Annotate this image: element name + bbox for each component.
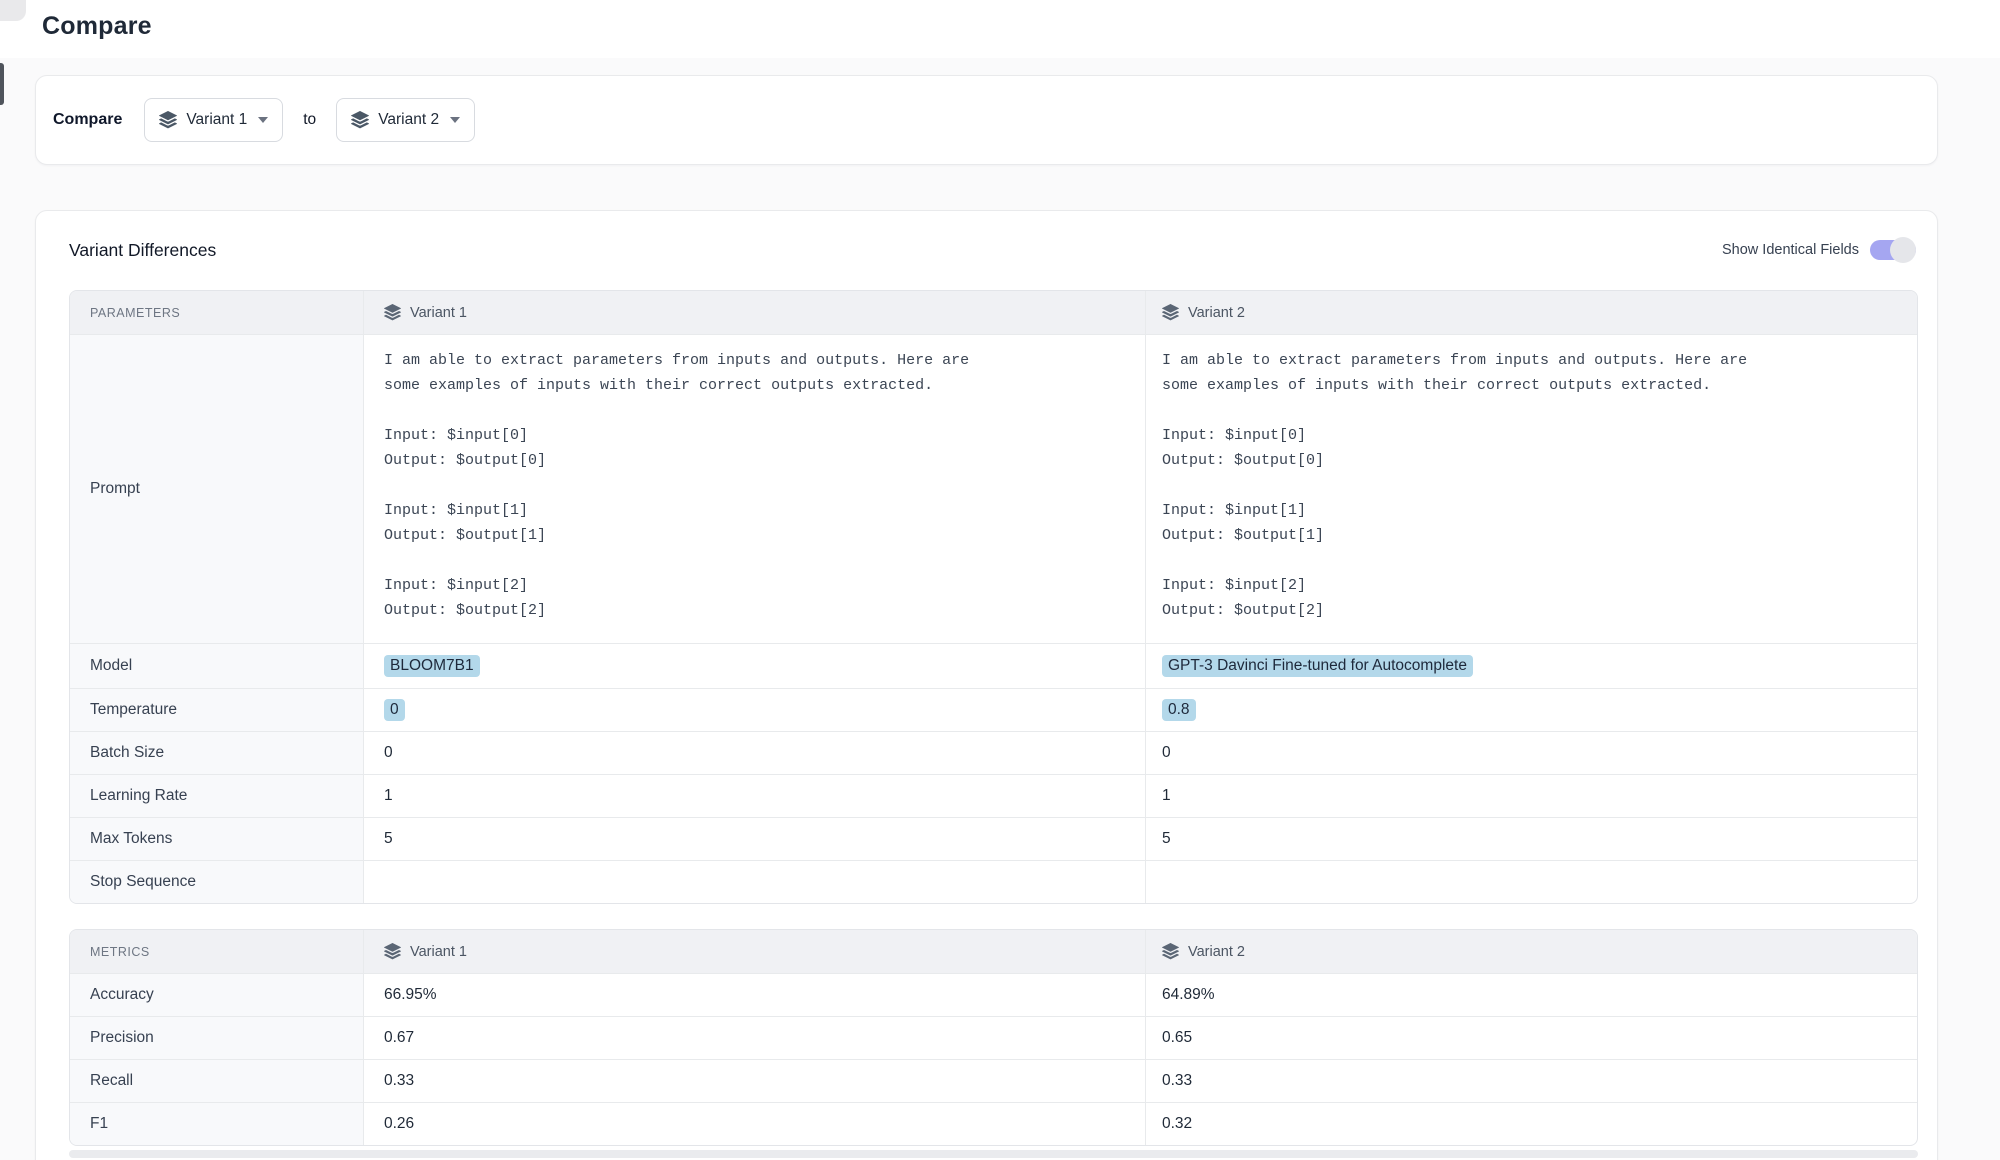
horizontal-scrollbar[interactable]	[69, 1150, 1918, 1158]
changed-value-highlight: BLOOM7B1	[384, 655, 480, 677]
metrics-table: METRICS Variant 1 Variant 2	[69, 929, 1918, 1146]
table-row-batch-size: Batch Size 0 0	[70, 731, 1917, 774]
parameters-section-header: PARAMETERS	[70, 291, 364, 334]
variant-differences-title: Variant Differences	[69, 240, 216, 261]
table-row-learning-rate: Learning Rate 1 1	[70, 774, 1917, 817]
page-title: Compare	[42, 12, 152, 41]
variant2-header-label: Variant 2	[1188, 305, 1245, 321]
table-row-recall: Recall 0.33 0.33	[70, 1059, 1917, 1102]
table-row-stop-sequence: Stop Sequence	[70, 860, 1917, 903]
variant-differences-header: Variant Differences Show Identical Field…	[69, 237, 1916, 263]
cell-value: 0.33	[1162, 1072, 1192, 1090]
cell-value: 0.65	[1162, 1029, 1192, 1047]
changed-value-highlight: 0	[384, 699, 405, 721]
chevron-down-icon	[258, 117, 268, 123]
table-row-f1: F1 0.26 0.32	[70, 1102, 1917, 1145]
show-identical-fields-toggle[interactable]	[1870, 237, 1916, 263]
table-row-precision: Precision 0.67 0.65	[70, 1016, 1917, 1059]
table-row-model: Model BLOOM7B1 GPT-3 Davinci Fine-tuned …	[70, 643, 1917, 688]
row-label: Max Tokens	[70, 818, 364, 860]
prompt-variant1-value: I am able to extract parameters from inp…	[364, 335, 1146, 643]
prompt-variant2-value: I am able to extract parameters from inp…	[1146, 335, 1917, 643]
top-left-notch	[0, 0, 26, 21]
toggle-knob	[1890, 237, 1916, 263]
parameters-header-row: PARAMETERS Variant 1 Variant 2	[70, 291, 1917, 334]
chevron-down-icon	[450, 117, 460, 123]
row-label: Precision	[70, 1017, 364, 1059]
variant1-header-label: Variant 1	[410, 305, 467, 321]
variant1-column-header: Variant 1	[364, 930, 1146, 973]
table-row-temperature: Temperature 0 0.8	[70, 688, 1917, 731]
metrics-header-row: METRICS Variant 1 Variant 2	[70, 930, 1917, 973]
variant-differences-card: Variant Differences Show Identical Field…	[35, 210, 1938, 1160]
show-identical-fields-label: Show Identical Fields	[1722, 242, 1859, 258]
row-label: Learning Rate	[70, 775, 364, 817]
variant2-dropdown-label: Variant 2	[378, 111, 439, 129]
parameters-table: PARAMETERS Variant 1 Variant 2	[69, 290, 1918, 904]
variant2-header-label: Variant 2	[1188, 944, 1245, 960]
row-label: Model	[70, 644, 364, 688]
layers-stack-icon	[159, 111, 177, 129]
metrics-section-header: METRICS	[70, 930, 364, 973]
layers-stack-icon	[1162, 943, 1179, 960]
cell-value: 1	[384, 787, 393, 805]
cell-value: 66.95%	[384, 986, 437, 1004]
table-row-prompt: Prompt I am able to extract parameters f…	[70, 334, 1917, 643]
page-header-strip	[0, 0, 2000, 58]
variant1-dropdown[interactable]: Variant 1	[144, 98, 283, 142]
compare-selector-card: Compare Variant 1 to Variant 2	[35, 75, 1938, 165]
cell-value: 5	[1162, 830, 1171, 848]
row-label: Batch Size	[70, 732, 364, 774]
cell-value: 64.89%	[1162, 986, 1215, 1004]
variant1-header-label: Variant 1	[410, 944, 467, 960]
changed-value-highlight: GPT-3 Davinci Fine-tuned for Autocomplet…	[1162, 655, 1473, 677]
cell-value: 0	[384, 744, 393, 762]
compare-label: Compare	[53, 111, 122, 129]
cell-value: 0	[1162, 744, 1171, 762]
left-edge-scrollbar-thumb[interactable]	[0, 63, 4, 105]
row-label: Stop Sequence	[70, 861, 364, 903]
variant2-column-header: Variant 2	[1146, 291, 1917, 334]
row-label: Temperature	[70, 689, 364, 731]
cell-value: 0.32	[1162, 1115, 1192, 1133]
variant1-column-header: Variant 1	[364, 291, 1146, 334]
to-label: to	[303, 111, 316, 129]
changed-value-highlight: 0.8	[1162, 699, 1196, 721]
compare-page: Compare Compare Variant 1 to Variant 2	[0, 0, 2000, 1160]
show-identical-fields-control: Show Identical Fields	[1722, 237, 1916, 263]
row-label: Prompt	[70, 335, 364, 643]
layers-stack-icon	[384, 304, 401, 321]
row-label: Accuracy	[70, 974, 364, 1016]
row-label: Recall	[70, 1060, 364, 1102]
variant1-dropdown-label: Variant 1	[186, 111, 247, 129]
layers-stack-icon	[1162, 304, 1179, 321]
cell-value: 5	[384, 830, 393, 848]
cell-value: 0.67	[384, 1029, 414, 1047]
cell-value: 0.26	[384, 1115, 414, 1133]
layers-stack-icon	[384, 943, 401, 960]
compare-row: Compare Variant 1 to Variant 2	[36, 76, 1937, 164]
variant2-dropdown[interactable]: Variant 2	[336, 98, 475, 142]
row-label: F1	[70, 1103, 364, 1145]
cell-value: 0.33	[384, 1072, 414, 1090]
layers-stack-icon	[351, 111, 369, 129]
table-row-accuracy: Accuracy 66.95% 64.89%	[70, 973, 1917, 1016]
cell-value: 1	[1162, 787, 1171, 805]
variant2-column-header: Variant 2	[1146, 930, 1917, 973]
table-row-max-tokens: Max Tokens 5 5	[70, 817, 1917, 860]
